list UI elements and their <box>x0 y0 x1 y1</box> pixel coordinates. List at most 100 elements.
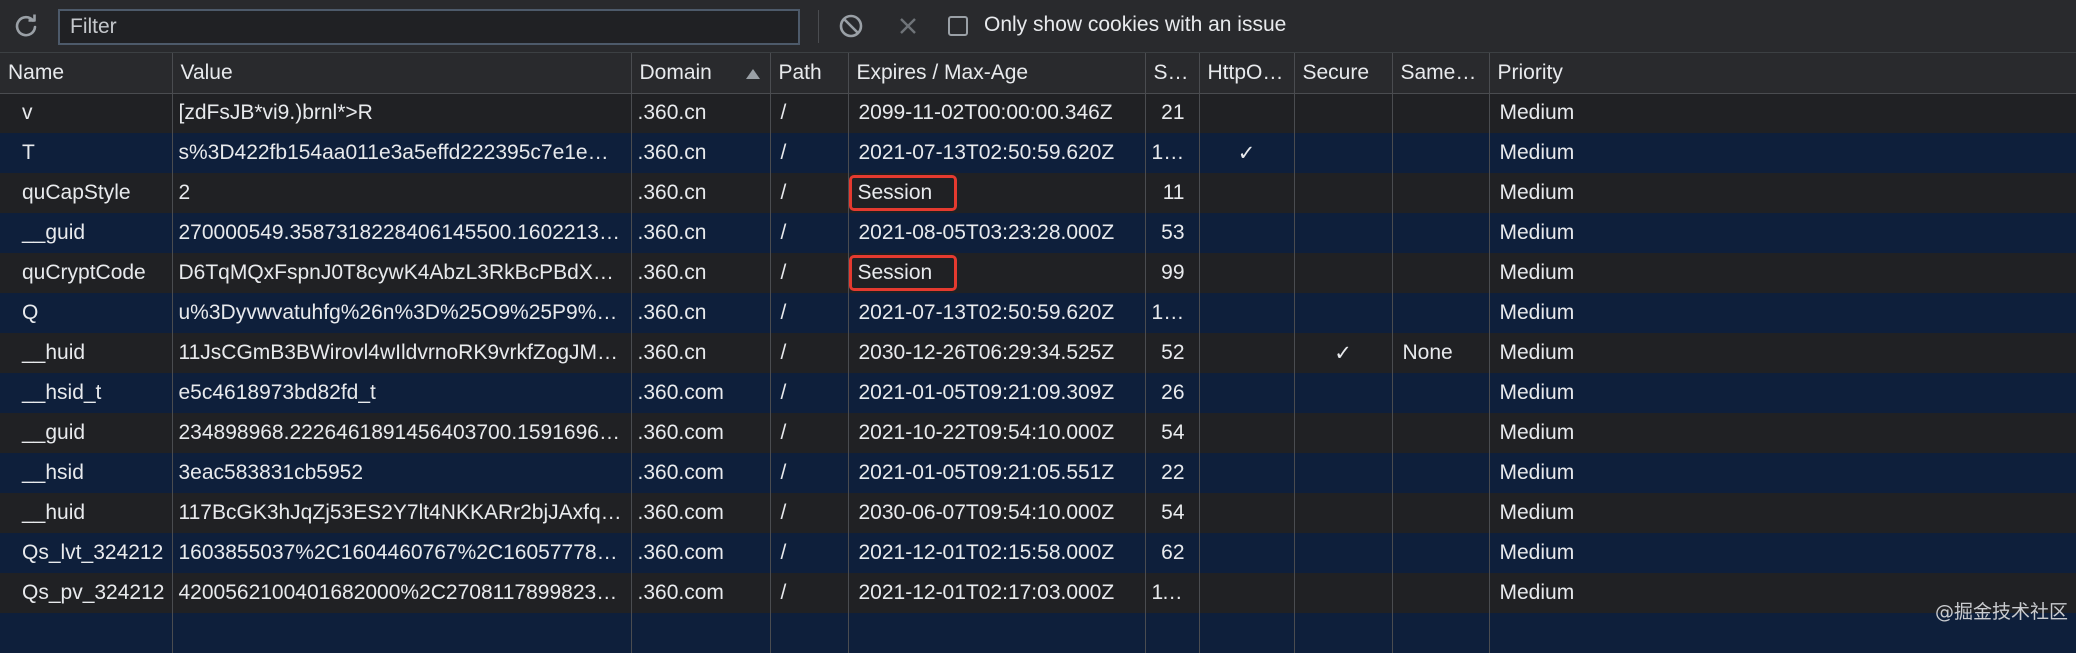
cell-priority: Medium <box>1489 133 2076 173</box>
cell-samesite <box>1392 293 1490 333</box>
table-row[interactable]: __huid 117BcGK3hJqZj53ES2Y7lt4NKKARr2bjJ… <box>0 493 2076 533</box>
column-header-size[interactable]: Size <box>1145 53 1200 94</box>
cell-priority: Medium <box>1489 93 2076 133</box>
table-row[interactable]: Qs_lvt_324212 1603855037%2C1604460767%2C… <box>0 533 2076 573</box>
cell-domain: .360.com <box>631 533 771 573</box>
cell-samesite <box>1392 173 1490 213</box>
table-row[interactable] <box>0 613 2076 653</box>
cell-expires: 2030-06-07T09:54:10.000Z <box>848 493 1146 533</box>
table-row[interactable]: __huid 11JsCGmB3BWirovl4wIldvrnoRK9vrkfZ… <box>0 333 2076 373</box>
cell-httponly <box>1199 253 1295 293</box>
cell-path: / <box>770 253 849 293</box>
refresh-icon[interactable] <box>12 12 40 40</box>
cell-name: __huid <box>0 333 173 373</box>
column-header-expires[interactable]: Expires / Max-Age <box>848 53 1146 94</box>
cell-secure <box>1294 413 1393 453</box>
cell-expires: 2021-12-01T02:17:03.000Z <box>848 573 1146 613</box>
cell-size: 62 <box>1145 533 1200 573</box>
column-header-domain[interactable]: Domain <box>631 53 771 94</box>
cell-domain: .360.cn <box>631 173 771 213</box>
cell-priority: Medium <box>1489 293 2076 333</box>
cell-value: 2 <box>172 173 632 213</box>
cell-priority: Medium <box>1489 493 2076 533</box>
cell-value: D6TqMQxFspnJ0T8cywK4AbzL3RkBcPBdX6k1YdyM… <box>172 253 632 293</box>
cell-httponly <box>1199 453 1295 493</box>
delete-selected-icon[interactable] <box>893 11 923 41</box>
cell-httponly <box>1199 613 1295 653</box>
cell-size: 54 <box>1145 493 1200 533</box>
cell-expires: 2030-12-26T06:29:34.525Z <box>848 333 1146 373</box>
watermark: @掘金技术社区 <box>1934 601 2068 623</box>
cell-name: __hsid_t <box>0 373 173 413</box>
cell-name: T <box>0 133 173 173</box>
table-row[interactable]: quCapStyle 2 .360.cn / Session 11 Medium <box>0 173 2076 213</box>
clear-all-icon[interactable] <box>836 11 866 41</box>
cell-size: 53 <box>1145 213 1200 253</box>
cell-secure <box>1294 533 1393 573</box>
table-row[interactable]: Qs_pv_324212 4200562100401682000%2C27081… <box>0 573 2076 613</box>
cell-path: / <box>770 493 849 533</box>
column-header-priority[interactable]: Priority <box>1489 53 2076 94</box>
cell-domain: .360.com <box>631 493 771 533</box>
cell-value: 270000549.3587318228406145500.1602213808… <box>172 213 632 253</box>
cell-domain: .360.com <box>631 453 771 493</box>
cell-samesite <box>1392 453 1490 493</box>
column-header-secure[interactable]: Secure <box>1294 53 1393 94</box>
cell-secure: ✓ <box>1294 333 1393 373</box>
cell-samesite <box>1392 613 1490 653</box>
sort-ascending-icon <box>745 69 760 79</box>
cell-samesite <box>1392 133 1490 173</box>
table-row[interactable]: __hsid 3eac583831cb5952 .360.com / 2021-… <box>0 453 2076 493</box>
only-issues-checkbox[interactable] <box>948 16 968 36</box>
cell-samesite <box>1392 573 1490 613</box>
cell-domain: .360.cn <box>631 213 771 253</box>
column-header-samesite[interactable]: SameSite <box>1392 53 1490 94</box>
cell-httponly <box>1199 413 1295 453</box>
table-row[interactable]: __hsid_t e5c4618973bd82fd_t .360.com / 2… <box>0 373 2076 413</box>
cell-expires: 2021-07-13T02:50:59.620Z <box>848 133 1146 173</box>
cell-value <box>172 613 632 653</box>
cell-name <box>0 613 173 653</box>
cell-value: 1603855037%2C1604460767%2C1605777896%2C1… <box>172 533 632 573</box>
cell-domain: .360.cn <box>631 133 771 173</box>
filter-input[interactable] <box>58 9 800 45</box>
cell-secure <box>1294 173 1393 213</box>
cell-size: 26 <box>1145 373 1200 413</box>
cell-priority: Medium <box>1489 173 2076 213</box>
column-header-path[interactable]: Path <box>770 53 849 94</box>
cell-value: 234898968.2226461891456403700.1591696450… <box>172 413 632 453</box>
column-header-name[interactable]: Name <box>0 53 173 94</box>
only-issues-label: Only show cookies with an issue <box>984 13 1287 36</box>
cell-samesite <box>1392 413 1490 453</box>
cell-name: __huid <box>0 493 173 533</box>
cell-path: / <box>770 453 849 493</box>
cell-httponly <box>1199 93 1295 133</box>
cell-value: e5c4618973bd82fd_t <box>172 373 632 413</box>
table-row[interactable]: T s%3D422fb154aa011e3a5effd222395c7e1e%2… <box>0 133 2076 173</box>
column-header-value[interactable]: Value <box>172 53 632 94</box>
cell-size: 22 <box>1145 453 1200 493</box>
column-header-httponly[interactable]: HttpOnly <box>1199 53 1295 94</box>
table-row[interactable]: __guid 270000549.3587318228406145500.160… <box>0 213 2076 253</box>
cell-domain: .360.com <box>631 413 771 453</box>
cell-expires <box>848 613 1146 653</box>
cell-priority: Medium <box>1489 413 2076 453</box>
table-row[interactable]: __guid 234898968.2226461891456403700.159… <box>0 413 2076 453</box>
cell-httponly <box>1199 373 1295 413</box>
cell-expires: Session <box>848 173 1146 213</box>
table-row[interactable]: quCryptCode D6TqMQxFspnJ0T8cywK4AbzL3RkB… <box>0 253 2076 293</box>
cell-httponly <box>1199 293 1295 333</box>
cell-name: Qs_pv_324212 <box>0 573 173 613</box>
cell-path: / <box>770 573 849 613</box>
cell-secure <box>1294 453 1393 493</box>
cell-name: quCapStyle <box>0 173 173 213</box>
cell-samesite <box>1392 93 1490 133</box>
table-row[interactable]: Q u%3Dyvwvatuhfg%26n%3D%25O9%25P9%25P6%2… <box>0 293 2076 333</box>
toolbar-divider <box>818 10 819 43</box>
cell-expires: 2021-12-01T02:15:58.000Z <box>848 533 1146 573</box>
cell-name: __hsid <box>0 453 173 493</box>
table-row[interactable]: v [zdFsJB*vi9.)brnl*>R .360.cn / 2099-11… <box>0 93 2076 133</box>
cell-domain: .360.cn <box>631 253 771 293</box>
cell-path: / <box>770 173 849 213</box>
cell-httponly <box>1199 173 1295 213</box>
